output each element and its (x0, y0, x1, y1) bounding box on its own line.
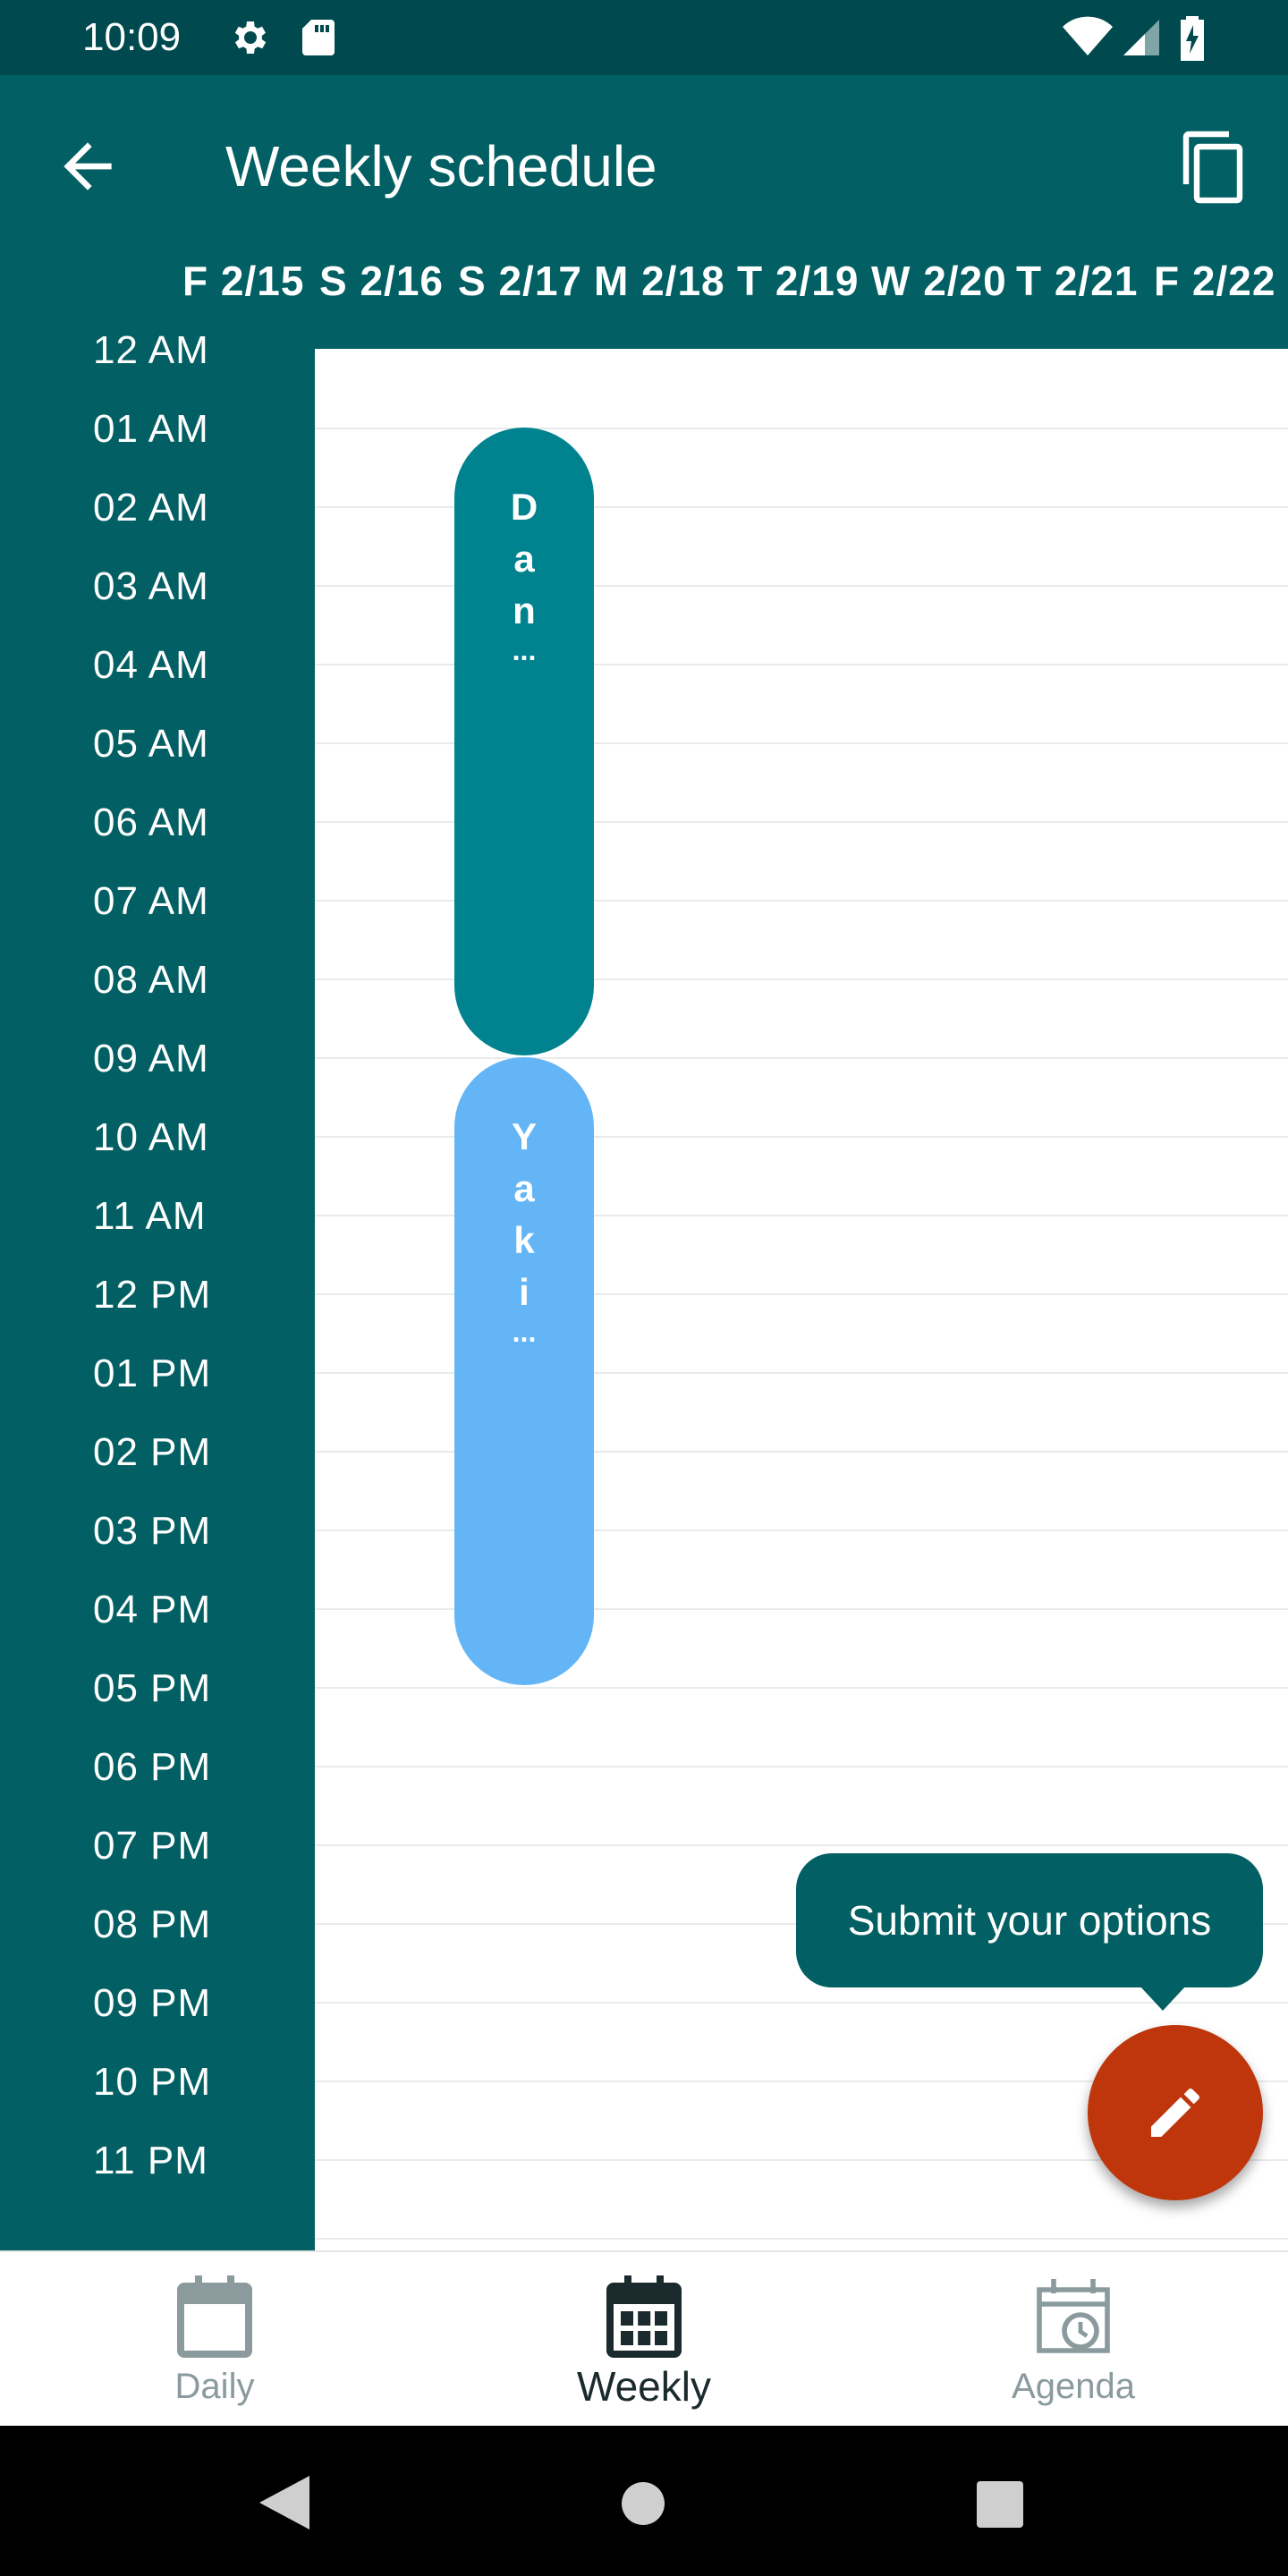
hour-divider (315, 1766, 1288, 1767)
nav-item-weekly[interactable]: Weekly (429, 2252, 859, 2428)
event-letter: n (513, 589, 536, 631)
hour-label: 12 PM (93, 1273, 212, 1317)
hour-label: 05 AM (93, 722, 209, 766)
hour-label: 02 PM (93, 1430, 212, 1474)
hour-label: 06 PM (93, 1745, 212, 1789)
back-button[interactable] (52, 131, 123, 202)
hour-label: 08 PM (93, 1902, 212, 1946)
recents-square-icon[interactable] (977, 2481, 1023, 2528)
bottom-nav: Daily Weekly Agenda (0, 2250, 1288, 2426)
page-title: Weekly schedule (225, 134, 657, 199)
sd-card-icon (302, 20, 335, 55)
hour-label: 03 AM (93, 564, 209, 608)
hour-divider (315, 2238, 1288, 2240)
pencil-icon (1151, 2089, 1199, 2137)
nav-item-agenda[interactable]: Agenda (859, 2252, 1288, 2428)
hour-label: 04 AM (93, 643, 209, 687)
hour-label: 08 AM (93, 958, 209, 1002)
hour-label: 07 AM (93, 879, 209, 923)
calendar-blank-icon (177, 2275, 252, 2358)
day-header[interactable]: S 2/16 (319, 252, 444, 309)
day-header[interactable]: M 2/18 (594, 252, 725, 309)
hour-divider (315, 428, 1288, 429)
hour-label: 09 PM (93, 1981, 212, 2025)
gear-icon (234, 21, 267, 54)
app-bar: Weekly schedule F 2/15 S 2/16 S 2/17 M 2… (0, 75, 1288, 349)
home-circle-icon[interactable] (621, 2481, 665, 2526)
calendar-grid-icon (606, 2275, 682, 2358)
event-letter: i (519, 1271, 530, 1313)
hour-label: 10 PM (93, 2060, 212, 2104)
event-letter: a (513, 1167, 535, 1209)
hour-divider (315, 1844, 1288, 1846)
event-letter: Y (511, 1115, 537, 1157)
day-header[interactable]: T 2/19 (737, 252, 859, 309)
hour-label: 02 AM (93, 486, 209, 530)
day-header[interactable]: S 2/17 (458, 252, 582, 309)
event-block[interactable]: Y a k i ... (454, 1057, 594, 1685)
hour-label: 06 AM (93, 801, 209, 844)
event-letter: D (510, 486, 538, 528)
signal-icon (1123, 20, 1159, 55)
day-header[interactable]: F 2/22 (1154, 252, 1275, 309)
event-ellipsis: ... (512, 1316, 537, 1348)
hour-label: 03 PM (93, 1509, 212, 1553)
submit-tooltip: Submit your options (796, 1853, 1263, 1987)
system-nav-bar (0, 2426, 1288, 2576)
hour-divider (315, 1687, 1288, 1689)
event-ellipsis: ... (512, 634, 537, 666)
nav-label: Weekly (577, 2363, 711, 2410)
nav-label: Agenda (1012, 2367, 1135, 2406)
status-bar: 10:09 (0, 0, 1288, 75)
edit-fab-button[interactable] (1088, 2025, 1263, 2200)
hour-label: 01 PM (93, 1352, 212, 1395)
day-header[interactable]: F 2/15 (182, 252, 304, 309)
event-letter: a (513, 538, 535, 580)
arrow-left-icon (64, 142, 112, 191)
nav-item-daily[interactable]: Daily (0, 2252, 429, 2428)
day-header[interactable]: W 2/20 (871, 252, 1007, 309)
wifi-icon (1063, 16, 1113, 56)
copy-button[interactable] (1168, 123, 1254, 209)
hour-label: 01 AM (93, 407, 209, 451)
hour-label: 04 PM (93, 1588, 212, 1631)
battery-charging-icon (1181, 16, 1204, 61)
nav-label: Daily (174, 2367, 255, 2406)
calendar-clock-icon (1037, 2279, 1110, 2353)
hour-label: 07 PM (93, 1824, 212, 1868)
event-block[interactable]: D a n ... (454, 428, 594, 1055)
day-headers: F 2/15 S 2/16 S 2/17 M 2/18 T 2/19 W 2/2… (0, 252, 1288, 309)
day-header[interactable]: T 2/21 (1016, 252, 1138, 309)
hour-label: 10 AM (93, 1115, 209, 1159)
event-letter: k (513, 1219, 535, 1261)
hour-label: 11 AM (93, 1194, 207, 1238)
copy-icon (1182, 131, 1243, 204)
hour-label: 05 PM (93, 1666, 212, 1710)
time-column: 12 AM 01 AM 02 AM 03 AM 04 AM 05 AM 06 AM 07 AM… (0, 328, 315, 2250)
hour-label: 09 AM (93, 1037, 209, 1080)
tooltip-arrow (1140, 1986, 1186, 2011)
hour-label: 12 AM (93, 328, 209, 372)
back-triangle-icon[interactable] (259, 2476, 309, 2529)
status-time: 10:09 (82, 15, 182, 59)
hour-label: 11 PM (93, 2139, 208, 2182)
hour-divider (315, 1057, 1288, 1059)
